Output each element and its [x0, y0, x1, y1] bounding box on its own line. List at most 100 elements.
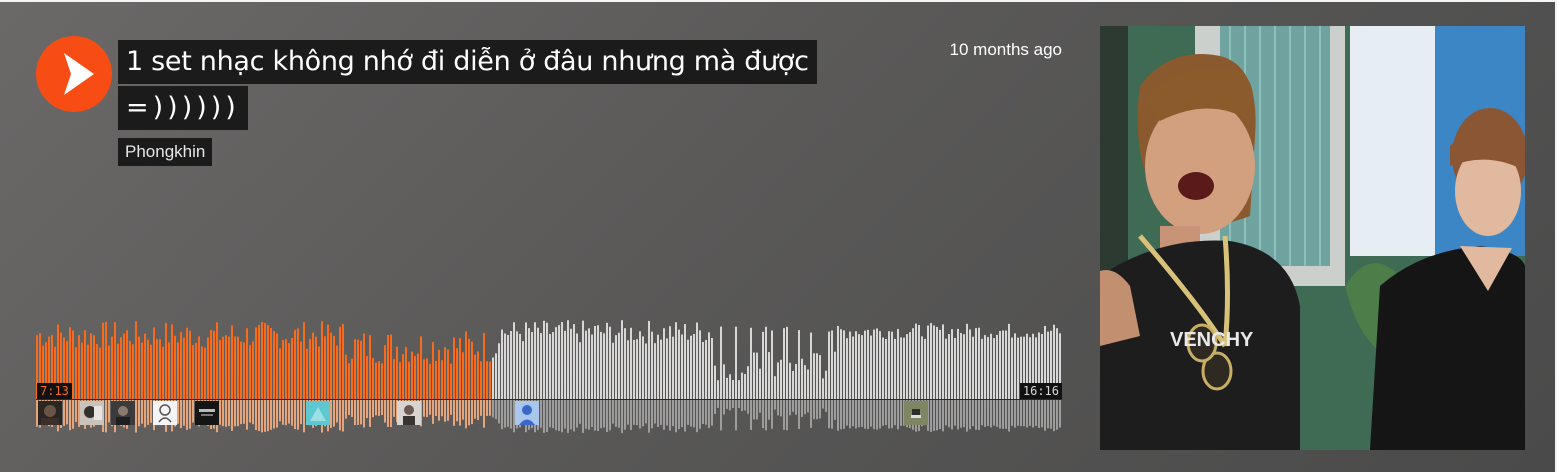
- waveform-reflection-bar[interactable]: [636, 400, 638, 426]
- waveform-reflection-bar[interactable]: [438, 400, 440, 421]
- waveform-reflection-bar[interactable]: [870, 400, 872, 427]
- waveform-bar[interactable]: [525, 322, 527, 399]
- waveform-reflection-bar[interactable]: [300, 400, 302, 425]
- waveform-reflection-bar[interactable]: [441, 400, 443, 417]
- waveform-bar[interactable]: [954, 337, 956, 399]
- waveform-bar[interactable]: [930, 323, 932, 399]
- waveform-reflection-bar[interactable]: [615, 400, 617, 427]
- waveform-reflection-bar[interactable]: [453, 400, 455, 426]
- waveform-reflection-bar[interactable]: [381, 400, 383, 416]
- waveform-bar[interactable]: [921, 336, 923, 399]
- waveform-reflection-bar[interactable]: [690, 400, 692, 427]
- waveform-bar[interactable]: [567, 320, 569, 399]
- waveform-bar[interactable]: [573, 324, 575, 399]
- waveform-reflection-bar[interactable]: [834, 400, 836, 420]
- waveform-bar[interactable]: [552, 332, 554, 399]
- waveform-bar[interactable]: [582, 320, 584, 399]
- waveform-reflection-bar[interactable]: [480, 400, 482, 416]
- waveform-bar[interactable]: [852, 336, 854, 399]
- waveform-reflection-bar[interactable]: [579, 400, 581, 424]
- waveform-bar[interactable]: [1017, 337, 1019, 399]
- waveform-reflection-bar[interactable]: [1038, 400, 1040, 428]
- waveform-bar[interactable]: [942, 324, 944, 399]
- waveform-bar[interactable]: [630, 327, 632, 399]
- waveform-bar[interactable]: [252, 341, 254, 399]
- waveform-bar[interactable]: [357, 339, 359, 399]
- waveform-bar[interactable]: [465, 331, 467, 399]
- waveform-bar[interactable]: [978, 327, 980, 399]
- waveform-reflection-bar[interactable]: [108, 400, 110, 423]
- waveform-reflection-bar[interactable]: [678, 400, 680, 430]
- waveform-reflection-bar[interactable]: [651, 400, 653, 429]
- waveform-bar[interactable]: [594, 325, 596, 399]
- waveform-bar[interactable]: [789, 362, 791, 399]
- waveform-reflection-bar[interactable]: [729, 400, 731, 411]
- waveform-bar[interactable]: [468, 338, 470, 399]
- waveform-bar[interactable]: [579, 342, 581, 399]
- waveform-reflection-bar[interactable]: [72, 400, 74, 429]
- waveform-bar[interactable]: [261, 321, 263, 399]
- waveform-reflection-bar[interactable]: [765, 400, 767, 431]
- waveform-bar[interactable]: [285, 338, 287, 399]
- waveform-reflection-bar[interactable]: [675, 400, 677, 433]
- waveform-bar[interactable]: [390, 334, 392, 399]
- waveform-bar[interactable]: [351, 358, 353, 399]
- waveform-reflection-bar[interactable]: [741, 400, 743, 412]
- waveform-reflection-bar[interactable]: [768, 400, 770, 420]
- waveform-reflection-bar[interactable]: [831, 400, 833, 429]
- waveform-bar[interactable]: [447, 349, 449, 399]
- waveform-reflection-bar[interactable]: [243, 400, 245, 424]
- waveform-bar[interactable]: [828, 331, 830, 399]
- waveform-reflection-bar[interactable]: [486, 400, 488, 416]
- waveform-bar[interactable]: [675, 322, 677, 399]
- waveform-reflection-bar[interactable]: [561, 400, 563, 433]
- waveform-bar[interactable]: [561, 322, 563, 399]
- waveform-bar[interactable]: [672, 336, 674, 399]
- waveform-bar[interactable]: [735, 326, 737, 399]
- waveform-reflection-bar[interactable]: [1044, 400, 1046, 431]
- waveform-bar[interactable]: [705, 340, 707, 399]
- waveform-bar[interactable]: [369, 334, 371, 399]
- waveform-bar[interactable]: [132, 344, 134, 399]
- waveform-bar[interactable]: [912, 328, 914, 399]
- waveform-bar[interactable]: [414, 355, 416, 399]
- waveform-reflection-bar[interactable]: [180, 400, 182, 429]
- waveform-reflection-bar[interactable]: [423, 400, 425, 417]
- waveform-reflection-bar[interactable]: [603, 400, 605, 428]
- waveform-bar[interactable]: [477, 351, 479, 399]
- waveform-bar[interactable]: [750, 327, 752, 399]
- waveform-bar[interactable]: [981, 338, 983, 399]
- waveform-bar[interactable]: [450, 363, 452, 399]
- waveform-reflection-bar[interactable]: [885, 400, 887, 426]
- waveform-bar[interactable]: [291, 337, 293, 399]
- waveform-reflection-bar[interactable]: [444, 400, 446, 422]
- waveform-bar[interactable]: [588, 328, 590, 399]
- waveform-reflection-bar[interactable]: [450, 400, 452, 415]
- waveform-bar[interactable]: [858, 334, 860, 399]
- waveform-reflection-bar[interactable]: [468, 400, 470, 426]
- waveform-bar[interactable]: [120, 337, 122, 399]
- waveform-reflection-bar[interactable]: [639, 400, 641, 429]
- waveform-bar[interactable]: [768, 352, 770, 399]
- waveform-reflection-bar[interactable]: [762, 400, 764, 429]
- waveform-reflection-bar[interactable]: [612, 400, 614, 424]
- waveform-bar[interactable]: [105, 321, 107, 399]
- waveform-reflection-bar[interactable]: [606, 400, 608, 432]
- waveform-reflection-bar[interactable]: [813, 400, 815, 420]
- waveform-reflection-bar[interactable]: [138, 400, 140, 427]
- waveform-bar[interactable]: [879, 331, 881, 399]
- waveform-reflection-bar[interactable]: [303, 400, 305, 433]
- waveform-bar[interactable]: [843, 330, 845, 399]
- waveform-reflection-bar[interactable]: [504, 400, 506, 428]
- waveform-bar[interactable]: [279, 348, 281, 399]
- waveform-bar[interactable]: [534, 322, 536, 399]
- waveform-bar[interactable]: [906, 334, 908, 399]
- waveform-reflection-bar[interactable]: [1014, 400, 1016, 428]
- waveform-bar[interactable]: [969, 329, 971, 399]
- waveform-reflection-bar[interactable]: [780, 400, 782, 417]
- waveform-bar[interactable]: [606, 322, 608, 399]
- waveform-bar[interactable]: [822, 378, 824, 399]
- waveform-reflection-bar[interactable]: [144, 400, 146, 428]
- waveform-reflection-bar[interactable]: [876, 400, 878, 430]
- waveform-bar[interactable]: [159, 339, 161, 399]
